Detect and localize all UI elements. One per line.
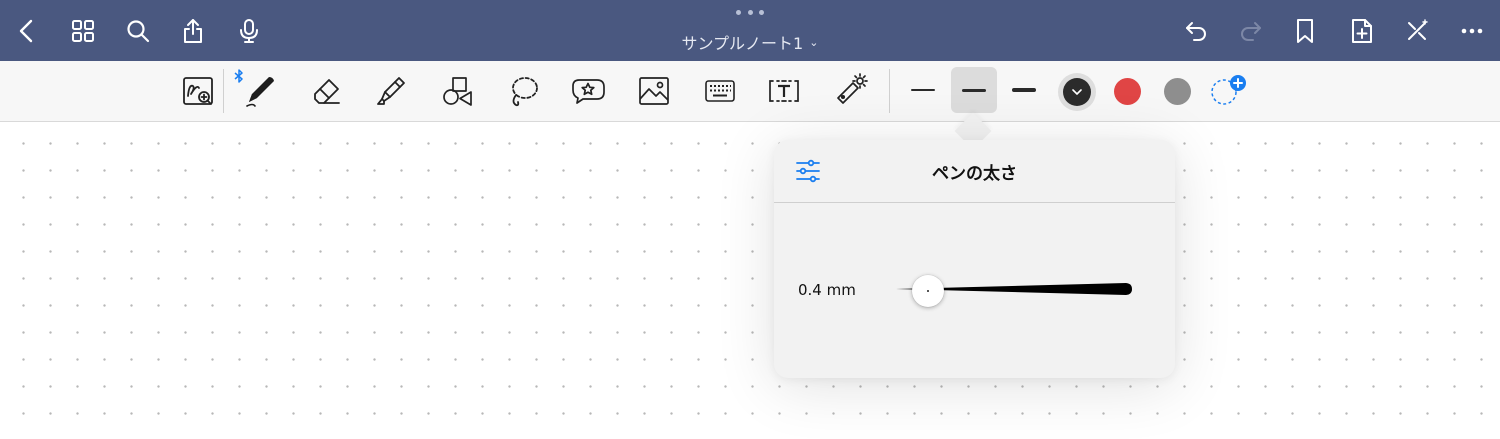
popover-header: ペンの太さ bbox=[774, 140, 1175, 203]
color-swatch-red[interactable] bbox=[1114, 78, 1141, 105]
toolbar-divider bbox=[889, 69, 890, 113]
textbox-icon[interactable] bbox=[762, 71, 806, 111]
drawing-toolbar bbox=[0, 61, 1500, 122]
back-icon[interactable] bbox=[10, 14, 44, 48]
bookmark-icon[interactable] bbox=[1288, 14, 1322, 48]
color-swatch-black[interactable] bbox=[1058, 73, 1096, 111]
popover-title: ペンの太さ bbox=[932, 164, 1017, 184]
color-swatch-gray[interactable] bbox=[1164, 78, 1191, 105]
chevron-down-icon bbox=[1072, 89, 1082, 95]
zoom-pen-icon[interactable] bbox=[176, 71, 220, 111]
chevron-down-icon: ⌄ bbox=[809, 35, 819, 49]
stroke-medium-option[interactable] bbox=[951, 67, 997, 113]
drag-handle[interactable] bbox=[736, 10, 764, 16]
grid-icon[interactable] bbox=[66, 14, 100, 48]
top-navigation-bar: サンプルノート1 ⌄ bbox=[0, 0, 1500, 61]
eraser-icon[interactable] bbox=[304, 71, 348, 111]
note-canvas[interactable] bbox=[0, 122, 1500, 439]
more-icon[interactable] bbox=[1455, 14, 1489, 48]
pen-size-value: 0.4 mm bbox=[798, 281, 856, 299]
stroke-thin-option[interactable] bbox=[900, 67, 946, 113]
document-title: サンプルノート1 bbox=[681, 34, 804, 53]
shapes-icon[interactable] bbox=[434, 71, 478, 111]
add-color-icon bbox=[1211, 75, 1246, 105]
undo-icon[interactable] bbox=[1179, 14, 1213, 48]
keyboard-icon[interactable] bbox=[698, 71, 742, 111]
redo-icon[interactable] bbox=[1234, 14, 1268, 48]
add-page-icon[interactable] bbox=[1345, 14, 1379, 48]
document-title-menu[interactable]: サンプルノート1 ⌄ bbox=[600, 30, 900, 54]
pen-icon[interactable] bbox=[238, 71, 282, 111]
microphone-icon[interactable] bbox=[232, 14, 266, 48]
toolbar-divider bbox=[223, 69, 224, 113]
add-color-button[interactable] bbox=[1210, 75, 1250, 107]
pen-thickness-popover: ペンの太さ 0.4 mm bbox=[774, 140, 1175, 378]
close-sparkle-icon[interactable] bbox=[1400, 14, 1434, 48]
highlighter-icon[interactable] bbox=[368, 71, 412, 111]
image-icon[interactable] bbox=[632, 71, 676, 111]
sticker-icon[interactable] bbox=[566, 71, 610, 111]
stroke-thick-option[interactable] bbox=[1001, 67, 1047, 113]
share-icon[interactable] bbox=[176, 14, 210, 48]
lasso-icon[interactable] bbox=[501, 71, 545, 111]
laser-pointer-icon[interactable] bbox=[828, 71, 872, 111]
search-icon[interactable] bbox=[121, 14, 155, 48]
thickness-slider-thumb[interactable] bbox=[911, 275, 944, 307]
